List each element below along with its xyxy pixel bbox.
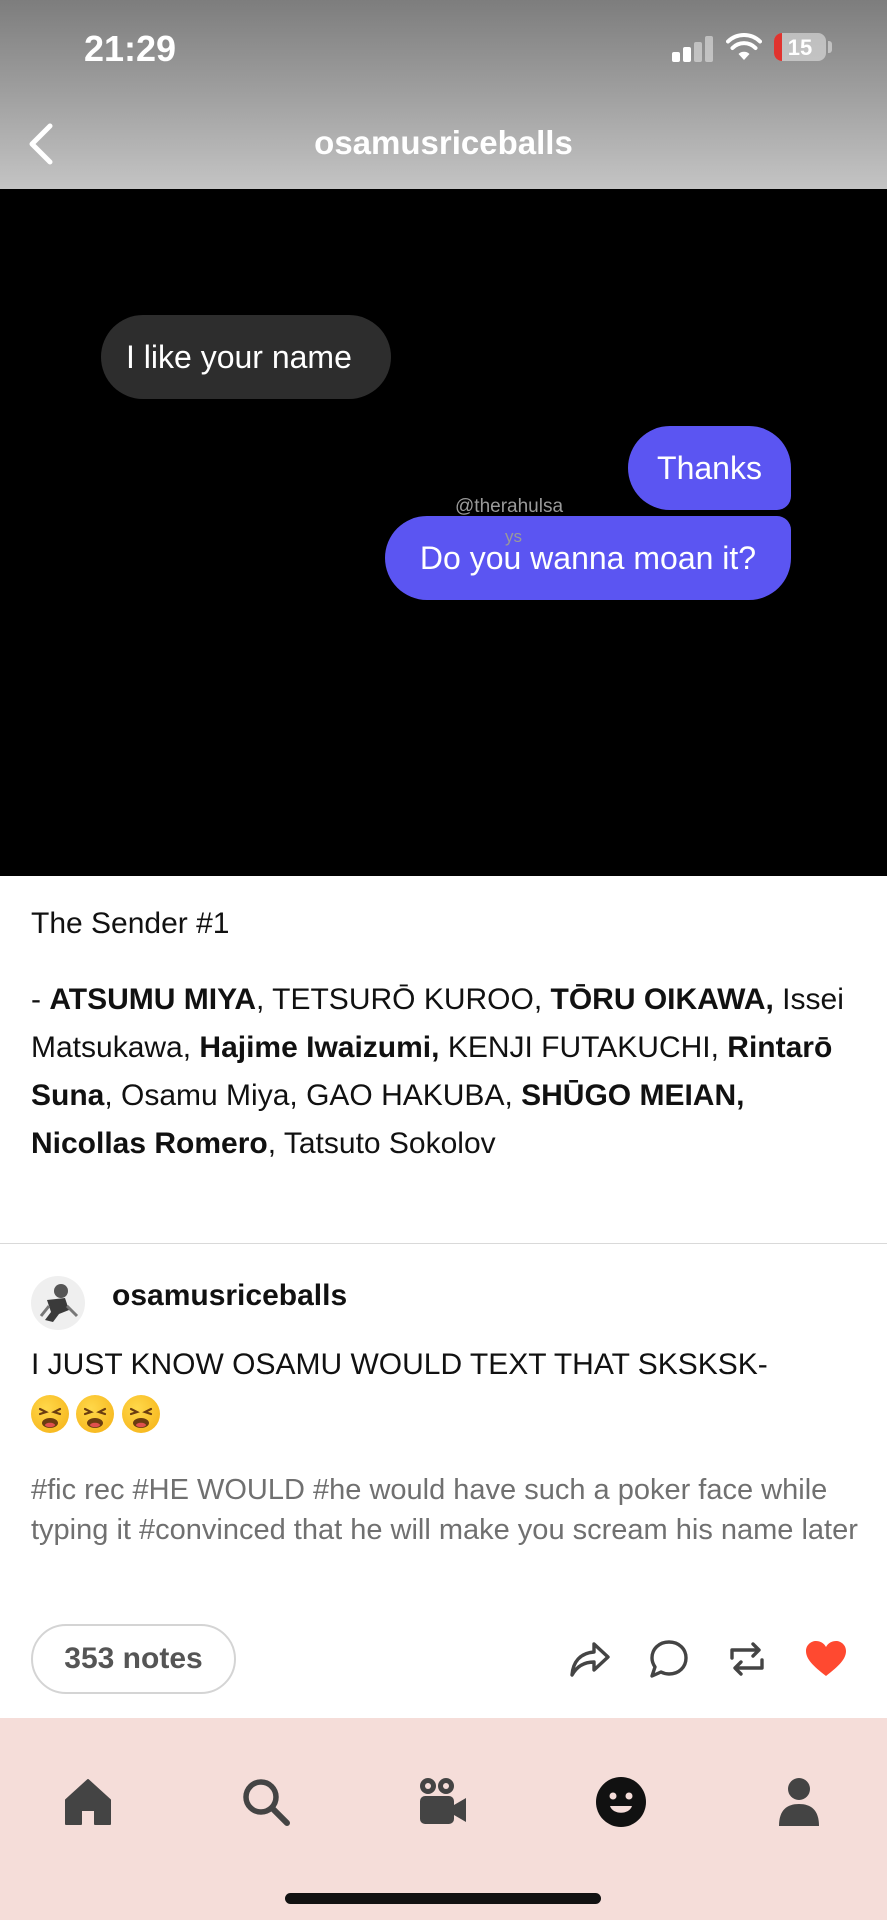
battery-level: 15 <box>787 35 813 60</box>
reblog-username[interactable]: osamusriceballs <box>112 1279 347 1313</box>
activity-icon[interactable] <box>593 1774 649 1830</box>
reblog-icon[interactable] <box>724 1636 770 1682</box>
battery-tip <box>828 41 832 53</box>
sent-message-bubble-2: Do you wanna moan it? <box>385 516 791 600</box>
notes-button[interactable]: 353 notes <box>31 1624 236 1694</box>
post-image[interactable]: I like your name Thanks Do you wanna moa… <box>0 189 887 876</box>
reblog-divider <box>0 1243 887 1244</box>
battery-icon: 15 <box>774 33 826 61</box>
status-time: 21:29 <box>84 28 177 69</box>
account-icon[interactable] <box>771 1774 827 1830</box>
weary-face-emoji <box>31 1395 69 1433</box>
list-segment: - <box>31 983 50 1016</box>
home-icon[interactable] <box>60 1774 116 1830</box>
share-icon[interactable] <box>567 1636 613 1682</box>
list-segment-bold: Hajime Iwaizumi, <box>199 1031 440 1064</box>
header-bar: 21:29 15 osamusriceballs <box>0 0 887 189</box>
image-watermark-2: ys <box>505 527 522 546</box>
list-segment: , Tatsuto Sokolov <box>267 1127 496 1160</box>
post-character-list: - ATSUMU MIYA, TETSURŌ KUROO, TŌRU OIKAW… <box>31 976 861 1168</box>
weary-face-emoji <box>76 1395 115 1433</box>
reblog-text: I JUST KNOW OSAMU WOULD TEXT THAT SKSKSK… <box>31 1348 768 1381</box>
signal-icon <box>672 36 714 62</box>
video-icon[interactable] <box>415 1774 471 1830</box>
image-watermark: @therahulsa <box>455 496 564 517</box>
bottom-tab-bar <box>0 1718 887 1920</box>
list-segment-bold: ATSUMU MIYA <box>49 983 257 1016</box>
search-icon[interactable] <box>238 1774 294 1830</box>
received-message-bubble: I like your name <box>101 315 391 399</box>
emoji-row <box>31 1395 163 1439</box>
list-segment: , Osamu Miya, GAO HAKUBA, <box>104 1079 522 1112</box>
weary-face-emoji <box>121 1395 160 1433</box>
list-segment-bold: TŌRU OIKAWA, <box>550 983 774 1016</box>
list-segment: KENJI FUTAKUCHI, <box>439 1031 728 1064</box>
page-title: osamusriceballs <box>314 124 573 161</box>
reply-icon[interactable] <box>646 1636 692 1682</box>
home-indicator[interactable] <box>285 1893 601 1904</box>
sent-message-bubble: Thanks <box>628 426 791 510</box>
like-icon[interactable] <box>803 1636 849 1682</box>
post-title: The Sender #1 <box>31 907 230 940</box>
list-segment: , TETSURŌ KUROO, <box>256 983 551 1016</box>
wifi-icon <box>726 33 762 60</box>
avatar[interactable] <box>31 1276 85 1330</box>
post-tags[interactable]: #fic rec #HE WOULD #he would have such a… <box>31 1470 861 1550</box>
